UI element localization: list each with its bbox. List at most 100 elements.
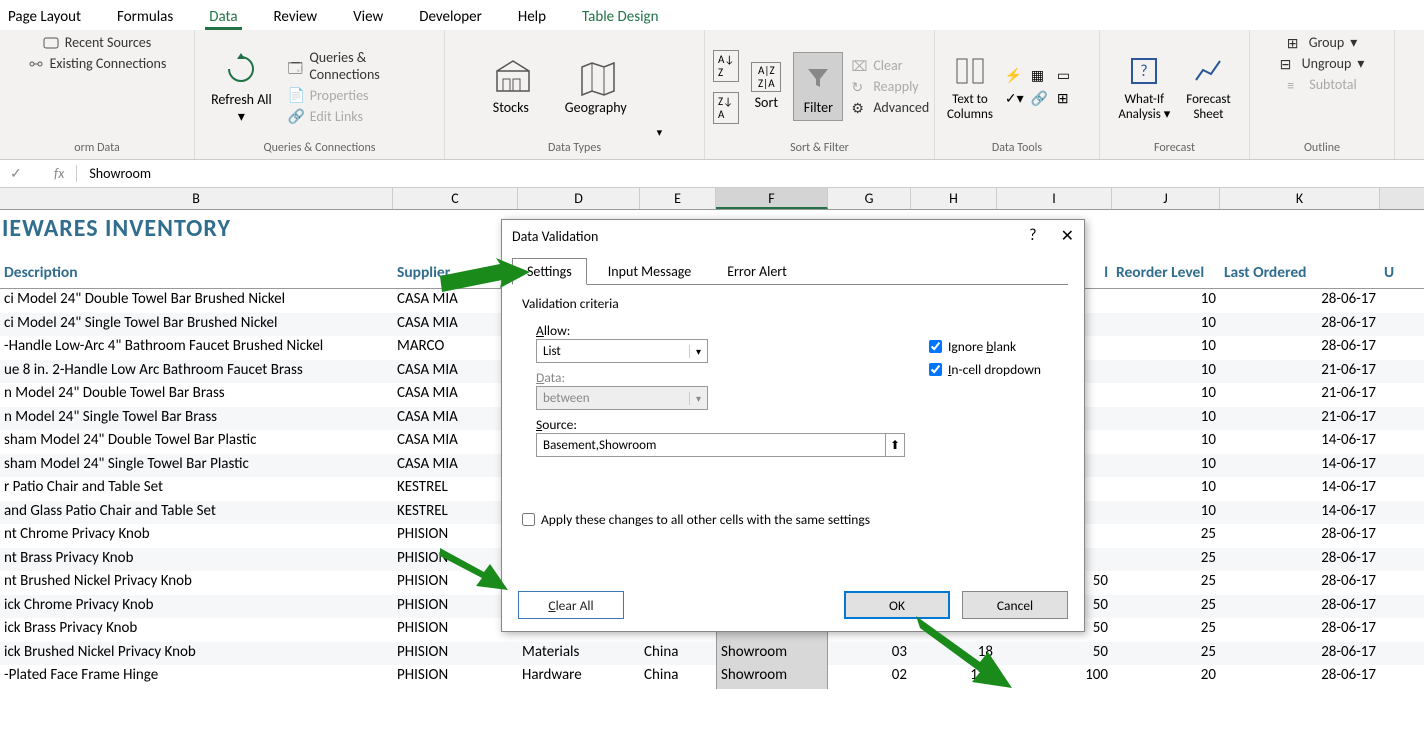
queries-connections-button[interactable]: 🗔Queries & Connections: [288, 49, 436, 83]
col-k[interactable]: K: [1220, 188, 1380, 209]
col-g[interactable]: G: [828, 188, 911, 209]
stocks-button[interactable]: Stocks: [487, 53, 535, 120]
group-icon: ⊞: [1287, 35, 1303, 51]
source-label: Source:: [536, 416, 905, 433]
group-button[interactable]: ⊞Group▾: [1287, 34, 1358, 51]
col-c[interactable]: C: [393, 188, 518, 209]
formula-input[interactable]: [77, 165, 1424, 182]
dialog-title: Data Validation: [512, 228, 598, 245]
relationships-icon[interactable]: 🔗: [1031, 90, 1051, 107]
tab-table-design[interactable]: Table Design: [578, 6, 662, 30]
queries-icon: 🗔: [288, 58, 304, 74]
refresh-all-button[interactable]: Refresh All ▾: [203, 45, 280, 129]
data-model-icon[interactable]: ⊞: [1057, 90, 1077, 107]
tab-page-layout[interactable]: Page Layout: [4, 6, 85, 30]
sort-za-icon[interactable]: Z↓A: [713, 92, 739, 124]
apply-to-others-label: Apply these changes to all other cells w…: [541, 511, 870, 528]
col-f[interactable]: F: [716, 188, 828, 209]
table-row[interactable]: -Plated Face Frame HingePHISIONHardwareC…: [0, 665, 1424, 689]
apply-to-others-checkbox[interactable]: [522, 513, 535, 526]
forecast-sheet-button[interactable]: ForecastSheet: [1182, 47, 1234, 126]
advanced-icon: ⚙: [851, 100, 867, 116]
ok-button[interactable]: OK: [844, 591, 950, 619]
clear-all-button[interactable]: Clear All: [518, 591, 624, 619]
remove-duplicates-icon[interactable]: ▦: [1031, 67, 1051, 84]
refresh-icon: [221, 49, 261, 89]
group-label-outline: Outline: [1258, 139, 1386, 155]
reapply-button[interactable]: ↻Reapply: [851, 78, 929, 95]
col-i[interactable]: I: [997, 188, 1112, 209]
validation-criteria-label: Validation criteria: [522, 295, 1064, 312]
text-to-columns-icon: [950, 51, 990, 91]
allow-label: Allow:: [536, 322, 905, 339]
subtotal-button[interactable]: ≡Subtotal: [1287, 76, 1356, 93]
filter-icon: [798, 57, 838, 97]
annotation-arrow-2: [440, 542, 510, 592]
clear-filter-button[interactable]: ⌧Clear: [851, 57, 929, 74]
ungroup-button[interactable]: ⊟Ungroup▾: [1280, 55, 1365, 72]
edit-links-button[interactable]: 🔗Edit Links: [288, 108, 436, 125]
tab-formulas[interactable]: Formulas: [113, 6, 177, 30]
group-label-data-types: Data Types: [453, 139, 696, 155]
data-select: between▾: [536, 386, 708, 410]
col-h[interactable]: H: [911, 188, 997, 209]
annotation-arrow-3: [916, 616, 1016, 696]
sort-button[interactable]: A|ZZ|A Sort: [747, 58, 785, 115]
cancel-icon[interactable]: ✓: [0, 165, 42, 182]
ignore-blank-checkbox[interactable]: [929, 340, 942, 353]
connections-icon: [28, 56, 44, 72]
data-types-more[interactable]: ▾: [657, 126, 663, 139]
tab-data[interactable]: Data: [205, 6, 241, 30]
tab-developer[interactable]: Developer: [415, 6, 486, 30]
properties-icon: 📄: [288, 87, 304, 103]
dialog-help-button[interactable]: ?: [1029, 226, 1036, 246]
data-validation-icon[interactable]: ✓▾: [1005, 90, 1025, 107]
existing-connections-button[interactable]: Existing Connections: [28, 55, 167, 72]
geography-icon: [576, 57, 616, 97]
consolidate-icon[interactable]: ▭: [1057, 67, 1077, 84]
advanced-filter-button[interactable]: ⚙Advanced: [851, 99, 929, 116]
table-row[interactable]: ick Brushed Nickel Privacy KnobPHISIONMa…: [0, 642, 1424, 666]
tab-review[interactable]: Review: [270, 6, 322, 30]
group-label-orm-data: orm Data: [8, 139, 186, 155]
header-description[interactable]: Description: [0, 261, 393, 288]
col-j[interactable]: J: [1112, 188, 1220, 209]
tab-error-alert[interactable]: Error Alert: [712, 258, 802, 285]
allow-select[interactable]: List▾: [536, 339, 708, 363]
clear-icon: ⌧: [851, 58, 867, 74]
cancel-button[interactable]: Cancel: [962, 591, 1068, 619]
tab-input-message[interactable]: Input Message: [593, 258, 706, 285]
recent-sources-button[interactable]: Recent Sources: [43, 34, 152, 51]
incell-dropdown-checkbox[interactable]: [929, 363, 942, 376]
subtotal-icon: ≡: [1287, 77, 1303, 93]
sort-az-icon[interactable]: A↓Z: [713, 50, 739, 82]
dialog-close-button[interactable]: ✕: [1061, 226, 1074, 246]
ungroup-icon: ⊟: [1280, 56, 1296, 72]
range-picker-icon[interactable]: ⬆: [885, 433, 905, 457]
source-input[interactable]: [536, 433, 886, 457]
properties-button[interactable]: 📄Properties: [288, 87, 436, 104]
col-d[interactable]: D: [518, 188, 640, 209]
flash-fill-icon[interactable]: ⚡: [1005, 67, 1025, 84]
column-headers: B C D E F G H I J K: [0, 188, 1424, 210]
ribbon-tabs: Page Layout Formulas Data Review View De…: [0, 0, 1424, 30]
what-if-icon: ?: [1124, 51, 1164, 91]
tab-view[interactable]: View: [349, 6, 387, 30]
links-icon: 🔗: [288, 108, 304, 124]
header-reorder-level[interactable]: Reorder Level: [1112, 261, 1220, 288]
col-b[interactable]: B: [0, 188, 393, 209]
group-label-forecast: Forecast: [1108, 139, 1241, 155]
header-last-ordered[interactable]: Last Ordered: [1220, 261, 1380, 288]
col-e[interactable]: E: [640, 188, 716, 209]
ignore-blank-label: Ignore blank: [948, 338, 1016, 355]
svg-text:?: ?: [1141, 62, 1148, 81]
fx-icon[interactable]: fx: [42, 165, 77, 182]
geography-button[interactable]: Geography: [561, 53, 631, 120]
incell-dropdown-label: In-cell dropdown: [948, 361, 1041, 378]
what-if-button[interactable]: ? What-IfAnalysis ▾: [1114, 47, 1174, 126]
annotation-arrow-1: [440, 258, 530, 318]
tab-help[interactable]: Help: [514, 6, 550, 30]
filter-button[interactable]: Filter: [793, 52, 843, 121]
chevron-down-icon: ▾: [689, 345, 701, 358]
text-to-columns-button[interactable]: Text toColumns: [943, 47, 997, 126]
